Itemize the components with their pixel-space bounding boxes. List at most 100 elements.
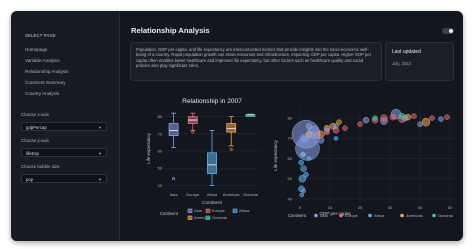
scatter-legend-marker	[314, 213, 318, 218]
scatter-x-tick-label: 20	[358, 205, 363, 210]
box-y-tick-label: 80	[158, 114, 163, 119]
sidebar-title: SELECT PAGE	[25, 33, 56, 38]
scatter-y-tick-label: 80	[288, 116, 293, 121]
bubble-size-label: Choose bubble size	[21, 164, 60, 169]
scatter-x-tick-label: 30	[388, 205, 393, 210]
scatter-point-africa	[333, 136, 339, 141]
nav-item-variable-analysis[interactable]: Variable Analysis	[25, 58, 60, 63]
scatter-point-americas	[421, 117, 431, 127]
scatter-point-americas	[404, 113, 412, 121]
scatter-legend-label: Americas	[406, 213, 423, 218]
box-legend-label: Oceania	[212, 215, 228, 220]
scatter-x-tick-label: 10	[328, 205, 333, 210]
scatter-point-europe	[429, 115, 435, 121]
box-asia	[168, 123, 179, 136]
scatter-x-tick-label: 50	[448, 205, 453, 210]
scatter-point-europe	[324, 129, 330, 136]
scatter-point-africa	[298, 159, 304, 166]
x-axis-label: Choose x-axis	[21, 112, 49, 117]
scatter-legend-label: Asia	[320, 213, 329, 218]
box-outlier	[191, 130, 195, 134]
main-content: Relationship Analysis Population, GDP pe…	[120, 11, 463, 241]
scatter-y-tick-label: 60	[288, 156, 293, 161]
scatter-legend-marker	[400, 213, 404, 218]
scatter-x-tick-label: 40	[418, 205, 423, 210]
box-legend-swatch	[232, 208, 238, 213]
x-axis-select[interactable]: gdpPercap ▼	[21, 122, 107, 131]
scatter-legend-marker	[368, 213, 372, 218]
scatter-y-tick-label: 50	[288, 176, 293, 181]
sidebar: SELECT PAGE Homepage Variable Analysis R…	[11, 11, 120, 241]
nav-item-relationship-analysis[interactable]: Relationship Analysis	[25, 69, 68, 74]
scatter-legend-label: Europe	[345, 213, 359, 218]
box-x-tick-label: Oceania	[243, 192, 259, 197]
box-x-tick-label: Americas	[223, 192, 240, 197]
app-window: SELECT PAGE Homepage Variable Analysis R…	[11, 11, 463, 241]
scatter-point-africa	[303, 171, 309, 178]
scatter-point-asia	[317, 137, 325, 144]
scatter-point-europe	[342, 125, 348, 131]
scatter-point-oceania	[398, 112, 406, 120]
scatter-point-africa	[306, 156, 312, 161]
scatter-point-europe	[411, 113, 417, 119]
nav-item-homepage[interactable]: Homepage	[25, 47, 47, 52]
scatter-point-oceania	[372, 115, 378, 121]
scatter-point-africa	[300, 165, 307, 172]
chevron-down-icon: ▼	[98, 177, 102, 182]
scatter-y-axis-label: Life expectancy	[273, 139, 278, 170]
scatter-legend-label: Oceania	[438, 213, 454, 218]
box-outlier	[172, 177, 176, 181]
scatter-point-europe	[389, 113, 397, 121]
box-y-tick-label: 40	[158, 183, 163, 188]
scatter-point-asia	[438, 116, 444, 122]
scatter-point-africa	[309, 132, 315, 137]
scatter-legend-marker	[432, 213, 436, 218]
scatter-x-tick-label: 0	[299, 205, 302, 210]
scatter-point-asia	[362, 116, 370, 124]
scatter-point-europe	[444, 114, 450, 120]
box-y-axis-label: Life expectancy	[146, 132, 151, 163]
nav-item-country-analysis[interactable]: Country Analysis	[25, 91, 59, 96]
box-americas	[226, 123, 237, 133]
box-y-tick-label: 50	[158, 166, 163, 171]
scatter-point-africa	[299, 192, 305, 198]
scatter-legend-label: Africa	[374, 213, 385, 218]
box-x-tick-label: Asia	[170, 192, 179, 197]
box-y-tick-label: 60	[158, 148, 163, 153]
chevron-down-icon: ▼	[98, 151, 102, 156]
nav-item-continent-summary[interactable]: Continent Summary	[25, 80, 66, 85]
bubble-size-select[interactable]: pop ▼	[21, 174, 107, 183]
box-x-tick-label: Africa	[207, 192, 218, 197]
scatter-point-asia	[305, 122, 313, 130]
scatter-point-asia	[417, 121, 423, 127]
box-x-tick-label: Europe	[186, 192, 200, 197]
box-legend-label: Europe	[212, 208, 226, 213]
scatter-y-tick-label: 40	[288, 196, 293, 201]
box-legend-swatch	[187, 215, 193, 220]
y-axis-label: Choose y-axis	[21, 138, 49, 143]
box-chart-title: Relationship in 2007	[182, 98, 242, 105]
box-legend-swatch	[187, 208, 193, 213]
scatter-point-asia	[301, 188, 306, 194]
box-legend-swatch	[205, 208, 211, 213]
scatter-legend-title: Continent	[288, 213, 307, 218]
box-legend-label: Africa	[239, 208, 250, 213]
chevron-down-icon: ▼	[98, 125, 102, 130]
box-legend-label: Asia	[194, 208, 203, 213]
y-axis-value: lifeExp	[26, 151, 39, 156]
scatter-point-africa	[300, 151, 306, 158]
box-legend-swatch	[205, 215, 211, 220]
box-y-tick-label: 70	[158, 131, 163, 136]
bubble-size-value: pop	[26, 177, 34, 182]
scatter-point-americas	[336, 119, 342, 125]
y-axis-select[interactable]: lifeExp ▼	[21, 148, 107, 157]
scatter-point-europe	[315, 131, 321, 138]
x-axis-value: gdpPercap	[26, 125, 47, 130]
scatter-point-europe	[357, 121, 363, 127]
scatter-legend-marker	[339, 213, 343, 218]
charts-area: Relationship in 2007 40 50 60 70 80 Life expec…	[146, 98, 456, 220]
box-africa	[207, 152, 217, 174]
box-outlier	[229, 147, 233, 151]
box-x-axis-label: Continent	[202, 200, 222, 205]
box-legend-title: Continent	[160, 211, 179, 216]
